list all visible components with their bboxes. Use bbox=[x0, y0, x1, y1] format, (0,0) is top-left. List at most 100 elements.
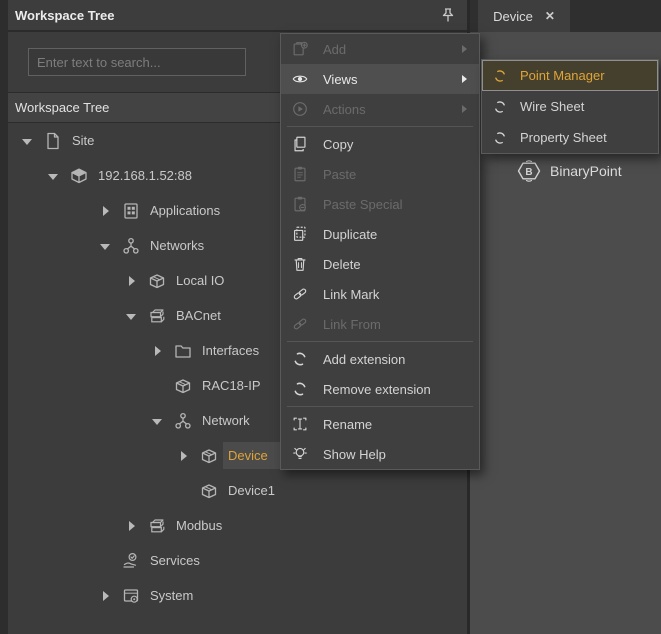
submenu-caret-icon bbox=[462, 105, 467, 113]
expander-collapsed-icon[interactable] bbox=[152, 345, 164, 357]
expander-expanded-icon[interactable] bbox=[100, 240, 112, 252]
submenu-item-point-manager[interactable]: Point Manager bbox=[482, 60, 658, 91]
expander-collapsed-icon[interactable] bbox=[100, 590, 112, 602]
menu-item-show-help[interactable]: Show Help bbox=[281, 439, 479, 469]
menu-item-actions: Actions bbox=[281, 94, 479, 124]
tree-item-label: Interfaces bbox=[202, 343, 259, 358]
menu-item-label: Link From bbox=[323, 317, 469, 332]
menu-item-label: Actions bbox=[323, 102, 462, 117]
tree-item-label: Device1 bbox=[228, 483, 275, 498]
menu-item-label: Rename bbox=[323, 417, 469, 432]
tree-item-system[interactable]: System bbox=[8, 578, 467, 613]
tab-label: Device bbox=[493, 9, 533, 24]
view-spinner-icon bbox=[492, 130, 508, 146]
device-box-icon bbox=[198, 446, 220, 466]
tree-item-label-selected: Device bbox=[223, 442, 284, 469]
pin-icon[interactable] bbox=[441, 7, 455, 23]
device-box-icon bbox=[172, 376, 194, 396]
tree-item-label: Networks bbox=[150, 238, 204, 253]
tree-item-label: RAC18-IP bbox=[202, 378, 261, 393]
binary-point-label: BinaryPoint bbox=[550, 163, 622, 179]
menu-item-duplicate[interactable]: Duplicate bbox=[281, 219, 479, 249]
submenu-item-label: Point Manager bbox=[520, 68, 605, 83]
tree-item-modbus[interactable]: Modbus bbox=[8, 508, 467, 543]
eye-icon bbox=[291, 70, 309, 88]
duplicate-icon bbox=[291, 225, 309, 243]
menu-separator bbox=[287, 406, 473, 407]
rename-icon bbox=[291, 415, 309, 433]
actions-icon bbox=[291, 100, 309, 118]
tree-item-label: BACnet bbox=[176, 308, 221, 323]
paste-special-icon bbox=[291, 195, 309, 213]
network-icon bbox=[172, 411, 194, 431]
menu-item-label: Add bbox=[323, 42, 462, 57]
expander-collapsed-icon[interactable] bbox=[178, 450, 190, 462]
panel-header: Workspace Tree bbox=[8, 0, 467, 32]
submenu-caret-icon bbox=[462, 75, 467, 83]
search-input[interactable] bbox=[28, 48, 246, 76]
menu-item-label: Remove extension bbox=[323, 382, 469, 397]
paste-icon bbox=[291, 165, 309, 183]
menu-item-label: Paste Special bbox=[323, 197, 469, 212]
views-submenu: Point Manager Wire Sheet Property Sheet bbox=[481, 59, 659, 154]
application-window: Workspace Tree Workspace Tree Site 192.1… bbox=[0, 0, 661, 634]
menu-item-paste: Paste bbox=[281, 159, 479, 189]
tree-item-services[interactable]: Services bbox=[8, 543, 467, 578]
menu-item-label: Duplicate bbox=[323, 227, 469, 242]
menu-item-label: Delete bbox=[323, 257, 469, 272]
menu-item-label: Link Mark bbox=[323, 287, 469, 302]
tree-item-label: Site bbox=[72, 133, 94, 148]
services-icon bbox=[120, 551, 142, 571]
menu-item-views[interactable]: Views bbox=[281, 64, 479, 94]
tab-bar: Device ✕ bbox=[470, 0, 661, 32]
link-icon bbox=[291, 315, 309, 333]
binary-point-letter: B bbox=[525, 167, 532, 178]
submenu-item-label: Property Sheet bbox=[520, 130, 607, 145]
menu-item-add-extension[interactable]: Add extension bbox=[281, 344, 479, 374]
lightbulb-icon bbox=[291, 445, 309, 463]
tab-device[interactable]: Device ✕ bbox=[478, 0, 570, 32]
menu-item-paste-special: Paste Special bbox=[281, 189, 479, 219]
tree-item-device1[interactable]: Device1 bbox=[8, 473, 467, 508]
stack-icon bbox=[146, 306, 168, 326]
menu-item-label: Add extension bbox=[323, 352, 469, 367]
expander-collapsed-icon[interactable] bbox=[100, 205, 112, 217]
tab-close-icon[interactable]: ✕ bbox=[545, 9, 555, 23]
binary-point-item[interactable]: B BinaryPoint bbox=[516, 158, 622, 184]
menu-item-copy[interactable]: Copy bbox=[281, 129, 479, 159]
menu-item-link-mark[interactable]: Link Mark bbox=[281, 279, 479, 309]
menu-item-label: Show Help bbox=[323, 447, 469, 462]
tree-item-label: Modbus bbox=[176, 518, 222, 533]
tree-item-label: Local IO bbox=[176, 273, 224, 288]
menu-separator bbox=[287, 126, 473, 127]
menu-item-rename[interactable]: Rename bbox=[281, 409, 479, 439]
expander-expanded-icon[interactable] bbox=[22, 135, 34, 147]
context-menu: Add Views Actions Copy Paste Paste Speci… bbox=[280, 33, 480, 470]
tree-item-label: Services bbox=[150, 553, 200, 568]
submenu-caret-icon bbox=[462, 45, 467, 53]
submenu-item-label: Wire Sheet bbox=[520, 99, 584, 114]
tree-item-label: System bbox=[150, 588, 193, 603]
view-spinner-icon bbox=[492, 99, 508, 115]
expander-expanded-icon[interactable] bbox=[48, 170, 60, 182]
submenu-item-wire-sheet[interactable]: Wire Sheet bbox=[482, 91, 658, 122]
menu-item-label: Views bbox=[323, 72, 462, 87]
link-icon bbox=[291, 285, 309, 303]
document-icon bbox=[42, 131, 64, 151]
tree-item-label: Applications bbox=[150, 203, 220, 218]
expander-spacer bbox=[100, 555, 112, 567]
menu-item-label: Paste bbox=[323, 167, 469, 182]
menu-item-delete[interactable]: Delete bbox=[281, 249, 479, 279]
submenu-item-property-sheet[interactable]: Property Sheet bbox=[482, 122, 658, 153]
folder-icon bbox=[172, 341, 194, 361]
menu-item-remove-extension[interactable]: Remove extension bbox=[281, 374, 479, 404]
menu-separator bbox=[287, 341, 473, 342]
expander-spacer bbox=[152, 380, 164, 392]
stack-icon bbox=[146, 516, 168, 536]
expander-expanded-icon[interactable] bbox=[126, 310, 138, 322]
menu-item-link-from: Link From bbox=[281, 309, 479, 339]
device-box-icon bbox=[198, 481, 220, 501]
expander-collapsed-icon[interactable] bbox=[126, 520, 138, 532]
expander-expanded-icon[interactable] bbox=[152, 415, 164, 427]
expander-collapsed-icon[interactable] bbox=[126, 275, 138, 287]
